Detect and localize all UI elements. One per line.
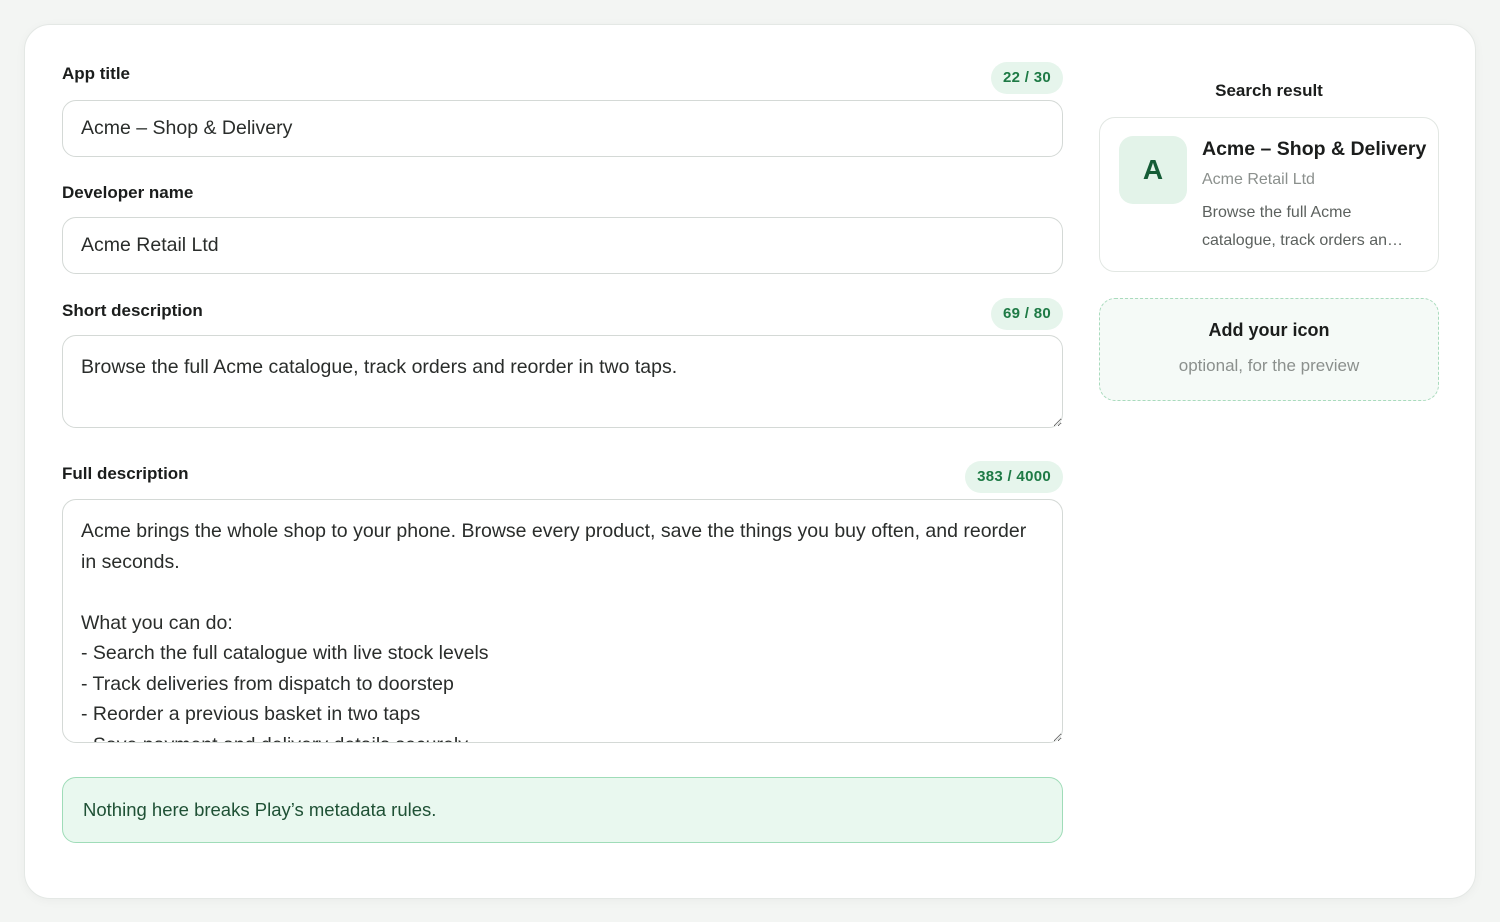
developer-name-label: Developer name [62, 183, 194, 202]
validation-status-banner: Nothing here breaks Play’s metadata rule… [62, 777, 1063, 843]
listing-editor-card: App title 22 / 30 Developer name Short d… [24, 24, 1476, 899]
search-result-preview: A Acme – Shop & Delivery Acme Retail Ltd… [1099, 117, 1439, 272]
full-description-label: Full description [62, 464, 189, 483]
short-description-counter: 69 / 80 [991, 298, 1063, 330]
app-title-input[interactable] [62, 100, 1063, 157]
full-description-counter: 383 / 4000 [965, 461, 1063, 493]
add-icon-subtitle: optional, for the preview [1178, 356, 1360, 375]
preview-description-line-1: Browse the full Acme [1202, 204, 1352, 221]
app-icon-placeholder: A [1119, 136, 1187, 204]
preview-developer: Acme Retail Ltd [1202, 171, 1315, 188]
app-title-label: App title [62, 64, 130, 83]
preview-app-title: Acme – Shop & Delivery [1202, 138, 1427, 160]
add-icon-title: Add your icon [1208, 320, 1330, 340]
add-icon-dropzone[interactable]: Add your icon optional, for the preview [1099, 298, 1439, 401]
preview-description: Browse the full Acme catalogue, track or… [1202, 199, 1422, 255]
short-description-textarea[interactable]: Browse the full Acme catalogue, track or… [62, 335, 1063, 428]
full-description-textarea[interactable]: Acme brings the whole shop to your phone… [62, 499, 1063, 743]
short-description-label: Short description [62, 301, 203, 320]
developer-name-input[interactable] [62, 217, 1063, 274]
preview-description-line-2: catalogue, track orders an… [1202, 232, 1403, 249]
app-title-counter: 22 / 30 [991, 62, 1063, 94]
preview-heading: Search result [1215, 81, 1323, 100]
